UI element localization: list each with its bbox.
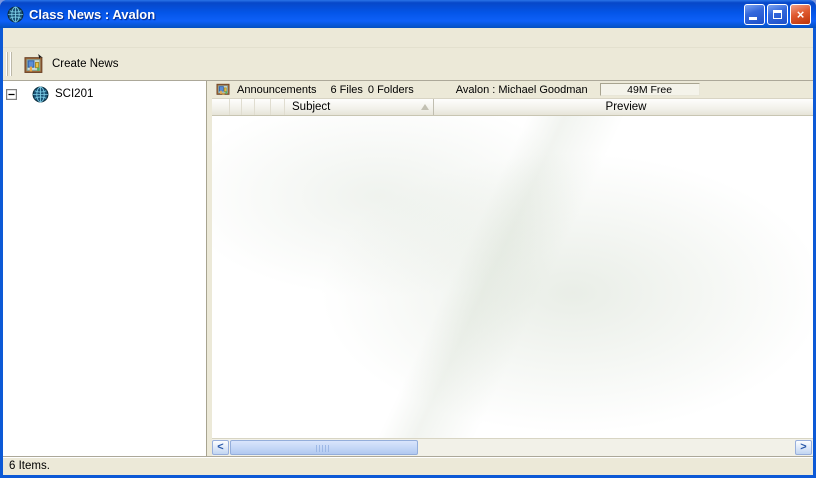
- maximize-button[interactable]: [767, 4, 788, 25]
- minimize-icon: [749, 17, 757, 20]
- folder-tree-pane: SCI201: [3, 81, 207, 456]
- sort-ascending-icon: [421, 104, 429, 110]
- create-news-button[interactable]: Create News: [17, 51, 125, 77]
- info-bar: Announcements 6 Files 0 Folders Avalon :…: [212, 81, 813, 99]
- attachment-column-header[interactable]: [242, 99, 255, 115]
- viewed-column-header[interactable]: [255, 99, 271, 115]
- folders-count: 0 Folders: [368, 84, 414, 96]
- title-bar[interactable]: Class News : Avalon ×: [0, 0, 816, 28]
- app-body: Create News SCI201 Announcements: [3, 28, 813, 475]
- window-title: Class News : Avalon: [29, 7, 742, 22]
- news-icon: [216, 83, 230, 96]
- eye-icon: [256, 103, 269, 111]
- message-pane: Announcements 6 Files 0 Folders Avalon :…: [212, 81, 813, 456]
- minimize-button[interactable]: [744, 4, 765, 25]
- server-user: Avalon : Michael Goodman: [456, 84, 588, 96]
- minus-box-icon: [273, 102, 283, 112]
- toolbar: Create News: [3, 48, 813, 81]
- globe-icon: [32, 86, 49, 103]
- preview-column-header[interactable]: Preview: [434, 99, 813, 115]
- status-text: 6 Items.: [9, 460, 50, 472]
- app-window: Class News : Avalon × Create News SCI201: [0, 0, 816, 478]
- icon-column-header[interactable]: [212, 99, 230, 115]
- scroll-right-button[interactable]: >: [795, 440, 812, 455]
- close-icon: ×: [797, 8, 805, 21]
- maximize-icon: [773, 10, 782, 19]
- collapse-column-header[interactable]: [271, 99, 285, 115]
- column-header: Subject Preview: [212, 99, 813, 116]
- tree-root-label: SCI201: [55, 88, 93, 100]
- menu-bar: [3, 28, 813, 48]
- subject-column-header[interactable]: Subject: [285, 99, 434, 115]
- preview-column-label: Preview: [606, 101, 647, 113]
- horizontal-scrollbar[interactable]: < >: [212, 438, 813, 456]
- toolbar-grip[interactable]: [6, 52, 13, 76]
- paperclip-icon: [245, 101, 252, 113]
- create-news-label: Create News: [52, 58, 118, 70]
- item-icon: [214, 101, 227, 113]
- free-space-indicator: 49M Free: [600, 83, 700, 96]
- create-news-icon: [24, 54, 46, 74]
- globe-icon: [7, 6, 24, 23]
- subject-column-label: Subject: [292, 101, 330, 113]
- flag-column-header[interactable]: [230, 99, 242, 115]
- files-count: 6 Files: [331, 84, 363, 96]
- scroll-left-button[interactable]: <: [212, 440, 229, 455]
- collapse-icon[interactable]: [6, 89, 17, 100]
- message-list: [212, 116, 813, 438]
- tree-root-sci201[interactable]: SCI201: [3, 85, 206, 103]
- flag-icon: [231, 102, 240, 113]
- folder-name: Announcements: [237, 84, 317, 96]
- content-area: SCI201 Announcements 6 Files 0 Folders A…: [3, 81, 813, 456]
- scrollbar-thumb[interactable]: [230, 440, 418, 455]
- close-button[interactable]: ×: [790, 4, 811, 25]
- status-bar: 6 Items.: [3, 456, 813, 475]
